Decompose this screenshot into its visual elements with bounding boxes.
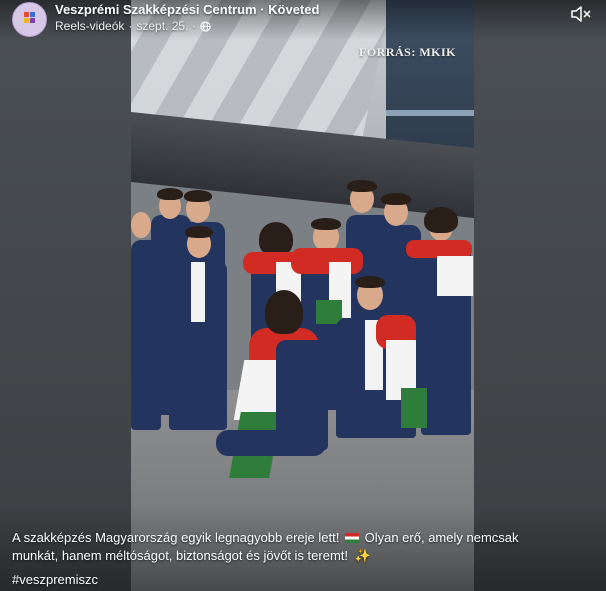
szc-logo-icon [24, 12, 37, 25]
post-type-link[interactable]: Reels-videók [55, 19, 124, 33]
page-avatar[interactable] [12, 2, 47, 37]
video-backdrop-right [474, 0, 606, 591]
page-name-link[interactable]: Veszprémi Szakképzési Centrum · Követed [55, 2, 319, 17]
building-stripe [386, 110, 474, 116]
post-caption: A szakképzés Magyarország egyik legnagyo… [12, 529, 552, 565]
caption-line2: munkát, hanem méltóságot, biztonságot és… [12, 548, 349, 563]
caption-line1-b: Olyan erő, amely nemcsak [364, 530, 519, 545]
hashtag-link[interactable]: #veszpremiszc [12, 572, 98, 587]
video-watermark: FORRÁS: MKIK [359, 45, 456, 59]
post-meta: Reels-videók · szept. 25. · [55, 19, 212, 33]
hungary-flag-emoji-icon [344, 533, 359, 543]
meta-separator: · [128, 19, 133, 33]
post-date-link[interactable]: szept. 25. [136, 19, 188, 33]
post-header: Veszprémi Szakképzési Centrum · Követed … [0, 0, 606, 40]
caption-line1-a: A szakképzés Magyarország egyik legnagyo… [12, 530, 340, 545]
globe-icon [200, 20, 212, 32]
meta-separator-2: · [192, 19, 197, 33]
reel-video[interactable]: FORRÁS: MKIK [131, 0, 474, 591]
video-backdrop-left [0, 0, 131, 591]
sparkles-icon: ✨ [354, 548, 371, 563]
speaker-muted-icon[interactable] [570, 5, 592, 23]
